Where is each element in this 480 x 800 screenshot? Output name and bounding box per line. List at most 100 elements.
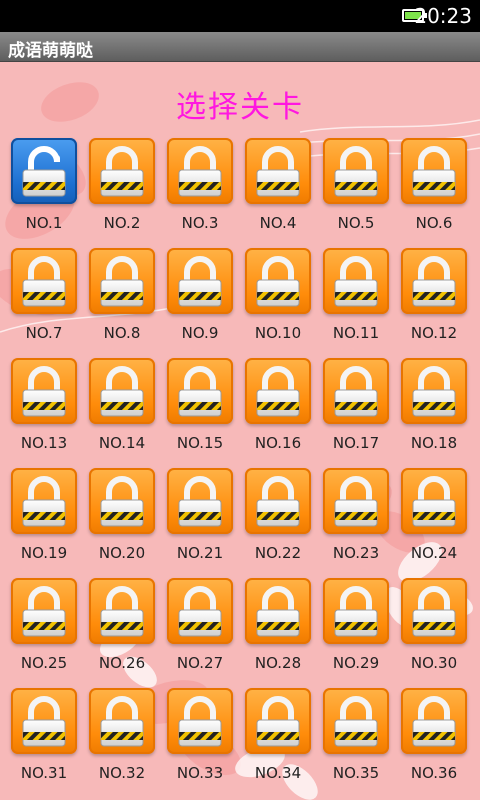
level-button-11[interactable]: NO.11: [317, 248, 395, 358]
level-button-23[interactable]: NO.23: [317, 468, 395, 578]
padlock-icon: [401, 578, 467, 644]
padlock-icon: [323, 688, 389, 754]
padlock-icon: [167, 468, 233, 534]
padlock-icon: [245, 468, 311, 534]
level-label: NO.26: [98, 654, 146, 672]
padlock-icon: [89, 688, 155, 754]
level-button-19[interactable]: NO.19: [5, 468, 83, 578]
padlock-icon: [11, 688, 77, 754]
level-button-18[interactable]: NO.18: [395, 358, 473, 468]
level-button-33[interactable]: NO.33: [161, 688, 239, 798]
level-button-17[interactable]: NO.17: [317, 358, 395, 468]
padlock-icon: [323, 138, 389, 204]
padlock-icon: [89, 358, 155, 424]
padlock-icon: [89, 138, 155, 204]
level-button-7[interactable]: NO.7: [5, 248, 83, 358]
padlock-icon: [167, 358, 233, 424]
level-label: NO.24: [410, 544, 458, 562]
level-button-36[interactable]: NO.36: [395, 688, 473, 798]
level-button-32[interactable]: NO.32: [83, 688, 161, 798]
level-label: NO.25: [20, 654, 68, 672]
level-label: NO.1: [25, 214, 63, 232]
level-label: NO.15: [176, 434, 224, 452]
level-label: NO.14: [98, 434, 146, 452]
level-label: NO.10: [254, 324, 302, 342]
level-label: NO.33: [176, 764, 224, 782]
level-select-screen: 选择关卡 NO.1 NO.2 NO.3 NO.4 NO.5 NO.6 NO.7 NO.8 NO.…: [0, 62, 480, 800]
level-button-15[interactable]: NO.15: [161, 358, 239, 468]
level-button-13[interactable]: NO.13: [5, 358, 83, 468]
level-button-28[interactable]: NO.28: [239, 578, 317, 688]
level-label: NO.20: [98, 544, 146, 562]
page-heading: 选择关卡: [176, 90, 304, 125]
level-label: NO.12: [410, 324, 458, 342]
level-button-30[interactable]: NO.30: [395, 578, 473, 688]
padlock-icon: [11, 248, 77, 314]
level-label: NO.7: [25, 324, 63, 342]
level-button-4[interactable]: NO.4: [239, 138, 317, 248]
level-label: NO.16: [254, 434, 302, 452]
padlock-icon: [167, 578, 233, 644]
level-label: NO.19: [20, 544, 68, 562]
level-button-35[interactable]: NO.35: [317, 688, 395, 798]
level-label: NO.11: [332, 324, 380, 342]
padlock-icon: [323, 358, 389, 424]
level-button-31[interactable]: NO.31: [5, 688, 83, 798]
level-label: NO.30: [410, 654, 458, 672]
padlock-icon: [401, 248, 467, 314]
level-label: NO.4: [259, 214, 297, 232]
level-button-12[interactable]: NO.12: [395, 248, 473, 358]
level-button-25[interactable]: NO.25: [5, 578, 83, 688]
level-button-21[interactable]: NO.21: [161, 468, 239, 578]
level-button-2[interactable]: NO.2: [83, 138, 161, 248]
level-button-5[interactable]: NO.5: [317, 138, 395, 248]
padlock-icon: [401, 468, 467, 534]
level-button-26[interactable]: NO.26: [83, 578, 161, 688]
level-label: NO.18: [410, 434, 458, 452]
padlock-icon: [401, 138, 467, 204]
level-button-1[interactable]: NO.1: [5, 138, 83, 248]
unlocked-padlock-icon: [11, 138, 77, 204]
padlock-icon: [245, 138, 311, 204]
level-label: NO.32: [98, 764, 146, 782]
level-label: NO.23: [332, 544, 380, 562]
level-button-6[interactable]: NO.6: [395, 138, 473, 248]
level-button-16[interactable]: NO.16: [239, 358, 317, 468]
padlock-icon: [89, 578, 155, 644]
padlock-icon: [245, 688, 311, 754]
level-button-24[interactable]: NO.24: [395, 468, 473, 578]
padlock-icon: [11, 578, 77, 644]
level-label: NO.3: [181, 214, 219, 232]
level-button-10[interactable]: NO.10: [239, 248, 317, 358]
level-button-20[interactable]: NO.20: [83, 468, 161, 578]
level-button-14[interactable]: NO.14: [83, 358, 161, 468]
level-button-27[interactable]: NO.27: [161, 578, 239, 688]
padlock-icon: [167, 138, 233, 204]
level-button-9[interactable]: NO.9: [161, 248, 239, 358]
level-button-22[interactable]: NO.22: [239, 468, 317, 578]
padlock-icon: [323, 248, 389, 314]
padlock-icon: [11, 468, 77, 534]
level-button-34[interactable]: NO.34: [239, 688, 317, 798]
level-button-29[interactable]: NO.29: [317, 578, 395, 688]
level-label: NO.35: [332, 764, 380, 782]
level-label: NO.28: [254, 654, 302, 672]
padlock-icon: [245, 248, 311, 314]
level-label: NO.31: [20, 764, 68, 782]
padlock-icon: [401, 688, 467, 754]
level-label: NO.13: [20, 434, 68, 452]
level-button-3[interactable]: NO.3: [161, 138, 239, 248]
padlock-icon: [89, 468, 155, 534]
level-button-8[interactable]: NO.8: [83, 248, 161, 358]
padlock-icon: [401, 358, 467, 424]
padlock-icon: [245, 578, 311, 644]
app-title: 成语萌萌哒: [8, 41, 93, 61]
app-title-bar: 成语萌萌哒: [0, 32, 480, 62]
level-label: NO.34: [254, 764, 302, 782]
level-label: NO.5: [337, 214, 375, 232]
status-bar: 20:23: [0, 0, 480, 32]
level-label: NO.9: [181, 324, 219, 342]
level-label: NO.22: [254, 544, 302, 562]
level-label: NO.21: [176, 544, 224, 562]
level-label: NO.29: [332, 654, 380, 672]
